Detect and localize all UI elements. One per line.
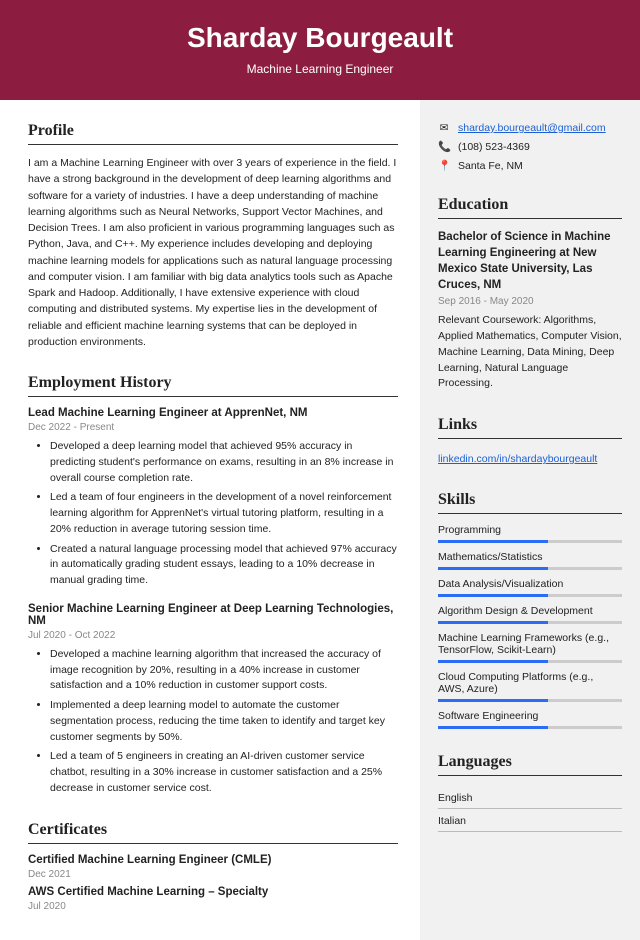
skill-item: Machine Learning Frameworks (e.g., Tenso… <box>438 632 622 663</box>
job-date: Jul 2020 - Oct 2022 <box>28 630 398 641</box>
bullet: Implemented a deep learning model to aut… <box>50 698 398 745</box>
skill-label: Programming <box>438 524 501 536</box>
education-heading: Education <box>438 196 622 219</box>
skill-label: Algorithm Design & Development <box>438 605 593 617</box>
skill-item: Programming <box>438 524 622 543</box>
skill-label: Machine Learning Frameworks (e.g., Tenso… <box>438 632 609 656</box>
email-icon: ✉ <box>438 122 450 134</box>
email-link[interactable]: sharday.bourgeault@gmail.com <box>458 122 606 134</box>
cert-title: AWS Certified Machine Learning – Special… <box>28 886 398 898</box>
profile-text: I am a Machine Learning Engineer with ov… <box>28 155 398 350</box>
skill-label: Cloud Computing Platforms (e.g., AWS, Az… <box>438 671 593 695</box>
education-title: Bachelor of Science in Machine Learning … <box>438 229 622 293</box>
skill-bar <box>438 699 622 702</box>
education-date: Sep 2016 - May 2020 <box>438 296 622 307</box>
skill-bar <box>438 621 622 624</box>
resume-header: Sharday Bourgeault Machine Learning Engi… <box>0 0 640 100</box>
person-name: Sharday Bourgeault <box>0 22 640 54</box>
links-heading: Links <box>438 416 622 439</box>
skill-bar <box>438 726 622 729</box>
bullet: Developed a deep learning model that ach… <box>50 439 398 486</box>
job-bullets: Developed a machine learning algorithm t… <box>28 647 398 797</box>
content-container: Profile I am a Machine Learning Engineer… <box>0 100 640 940</box>
bullet: Created a natural language processing mo… <box>50 542 398 589</box>
phone-icon: 📞 <box>438 140 450 153</box>
location-icon: 📍 <box>438 159 450 172</box>
job-date: Dec 2022 - Present <box>28 422 398 433</box>
contact-email-row: ✉ sharday.bourgeault@gmail.com <box>438 122 622 134</box>
cert-date: Jul 2020 <box>28 901 398 912</box>
skill-bar <box>438 660 622 663</box>
skill-label: Data Analysis/Visualization <box>438 578 563 590</box>
job-bullets: Developed a deep learning model that ach… <box>28 439 398 589</box>
job-title: Lead Machine Learning Engineer at Appren… <box>28 407 398 419</box>
language-item: Italian <box>438 809 622 832</box>
bullet: Developed a machine learning algorithm t… <box>50 647 398 694</box>
person-title: Machine Learning Engineer <box>0 62 640 76</box>
skills-heading: Skills <box>438 491 622 514</box>
linkedin-link[interactable]: linkedin.com/in/shardaybourgeault <box>438 453 597 465</box>
skill-bar <box>438 567 622 570</box>
cert-title: Certified Machine Learning Engineer (CML… <box>28 854 398 866</box>
skill-label: Mathematics/Statistics <box>438 551 542 563</box>
contact-phone-row: 📞 (108) 523-4369 <box>438 140 622 153</box>
skill-item: Algorithm Design & Development <box>438 605 622 624</box>
education-desc: Relevant Coursework: Algorithms, Applied… <box>438 313 622 392</box>
skill-item: Mathematics/Statistics <box>438 551 622 570</box>
sidebar-column: ✉ sharday.bourgeault@gmail.com 📞 (108) 5… <box>420 100 640 940</box>
certificates-heading: Certificates <box>28 821 398 844</box>
skill-item: Software Engineering <box>438 710 622 729</box>
skill-label: Software Engineering <box>438 710 538 722</box>
profile-heading: Profile <box>28 122 398 145</box>
contact-location-row: 📍 Santa Fe, NM <box>438 159 622 172</box>
languages-heading: Languages <box>438 753 622 776</box>
skill-item: Cloud Computing Platforms (e.g., AWS, Az… <box>438 671 622 702</box>
employment-heading: Employment History <box>28 374 398 397</box>
cert-date: Dec 2021 <box>28 869 398 880</box>
main-column: Profile I am a Machine Learning Engineer… <box>0 100 420 940</box>
language-item: English <box>438 786 622 809</box>
location-text: Santa Fe, NM <box>458 160 523 172</box>
job-title: Senior Machine Learning Engineer at Deep… <box>28 603 398 627</box>
bullet: Led a team of 5 engineers in creating an… <box>50 749 398 796</box>
bullet: Led a team of four engineers in the deve… <box>50 490 398 537</box>
skill-bar <box>438 540 622 543</box>
skill-item: Data Analysis/Visualization <box>438 578 622 597</box>
skill-bar <box>438 594 622 597</box>
phone-text: (108) 523-4369 <box>458 141 530 153</box>
